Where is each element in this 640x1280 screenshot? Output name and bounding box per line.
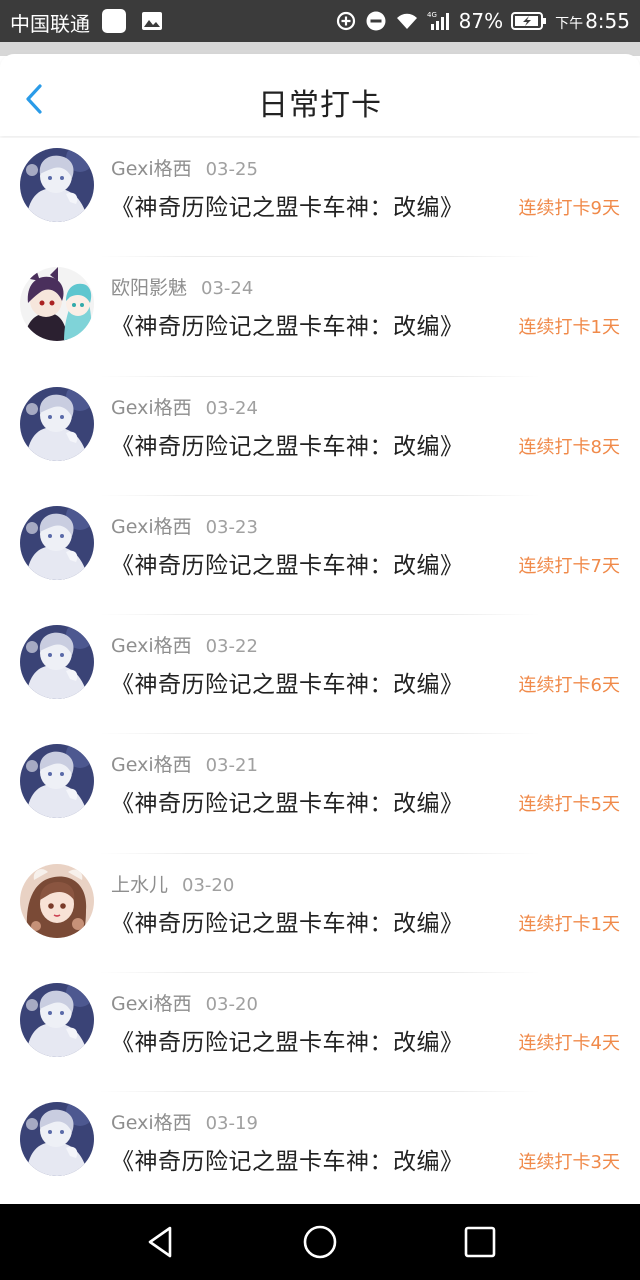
page-title: 日常打卡 bbox=[258, 88, 382, 123]
book-title: 《神奇历险记之盟卡车神：改编》 bbox=[111, 1149, 464, 1176]
streak-label: 连续打卡9天 bbox=[518, 198, 620, 219]
book-title: 《神奇历险记之盟卡车神：改编》 bbox=[111, 791, 464, 818]
checkin-date: 03-23 bbox=[205, 516, 258, 538]
user-name: Gexi格西 bbox=[111, 515, 192, 538]
user-name: Gexi格西 bbox=[111, 396, 192, 419]
list-item[interactable]: 上水儿 03-20 《神奇历险记之盟卡车神：改编》 连续打卡1天 bbox=[0, 854, 640, 974]
item-meta: Gexi格西 03-24 bbox=[111, 393, 258, 420]
notification-app-icon bbox=[102, 9, 126, 33]
streak-label: 连续打卡3天 bbox=[518, 1152, 620, 1174]
user-name: Gexi格西 bbox=[111, 1112, 192, 1135]
status-bar: 中国联通 4G 87% 下午 8:55 bbox=[0, 0, 640, 42]
clock: 8:55 bbox=[585, 9, 630, 33]
wifi-icon bbox=[396, 13, 417, 29]
checkin-date: 03-22 bbox=[205, 636, 258, 658]
cellular-signal-icon: 4G bbox=[427, 11, 449, 30]
checkin-date: 03-20 bbox=[182, 874, 235, 896]
streak-label: 连续打卡1天 bbox=[518, 913, 620, 935]
checkin-date: 03-25 bbox=[205, 159, 258, 180]
avatar[interactable] bbox=[20, 267, 94, 342]
carrier-label: 中国联通 bbox=[10, 12, 90, 36]
book-title: 《神奇历险记之盟卡车神：改编》 bbox=[111, 314, 464, 341]
streak-label: 连续打卡8天 bbox=[518, 436, 620, 458]
book-title: 《神奇历险记之盟卡车神：改编》 bbox=[111, 195, 464, 221]
svg-text:4G: 4G bbox=[427, 11, 437, 19]
battery-charging-icon bbox=[511, 12, 547, 30]
gallery-notification-icon bbox=[142, 12, 162, 30]
checkin-date: 03-19 bbox=[205, 1113, 258, 1135]
time-period: 下午 bbox=[555, 16, 584, 32]
avatar[interactable] bbox=[20, 386, 94, 461]
user-name: 欧阳影魅 bbox=[111, 277, 188, 300]
recents-square-icon[interactable] bbox=[462, 1224, 498, 1260]
list-item[interactable]: Gexi格西 03-25 《神奇历险记之盟卡车神：改编》 连续打卡9天 bbox=[0, 138, 640, 258]
list-item[interactable]: Gexi格西 03-22 《神奇历险记之盟卡车神：改编》 连续打卡6天 bbox=[0, 615, 640, 735]
do-not-disturb-icon bbox=[366, 11, 386, 31]
item-meta: Gexi格西 03-20 bbox=[111, 989, 258, 1016]
book-title: 《神奇历险记之盟卡车神：改编》 bbox=[111, 433, 464, 460]
battery-percent: 87% bbox=[458, 9, 504, 33]
avatar[interactable] bbox=[20, 148, 94, 222]
system-nav-bar bbox=[0, 1204, 640, 1280]
book-title: 《神奇历险记之盟卡车神：改编》 bbox=[111, 1030, 464, 1057]
checkin-date: 03-24 bbox=[205, 397, 258, 419]
avatar[interactable] bbox=[20, 1102, 94, 1177]
streak-label: 连续打卡6天 bbox=[518, 675, 620, 697]
streak-label: 连续打卡4天 bbox=[518, 1033, 620, 1055]
avatar[interactable] bbox=[20, 625, 94, 700]
user-name: Gexi格西 bbox=[111, 993, 192, 1016]
avatar[interactable] bbox=[20, 744, 94, 819]
list-item[interactable]: Gexi格西 03-23 《神奇历险记之盟卡车神：改编》 连续打卡7天 bbox=[0, 496, 640, 616]
list-item[interactable]: Gexi格西 03-21 《神奇历险记之盟卡车神：改编》 连续打卡5天 bbox=[0, 734, 640, 855]
item-meta: 上水儿 03-20 bbox=[111, 870, 234, 897]
user-name: 上水儿 bbox=[111, 873, 169, 896]
book-title: 《神奇历险记之盟卡车神：改编》 bbox=[111, 910, 464, 937]
avatar[interactable] bbox=[20, 983, 94, 1058]
list-item[interactable]: Gexi格西 03-19 《神奇历险记之盟卡车神：改编》 连续打卡3天 bbox=[0, 1092, 640, 1204]
checkin-date: 03-24 bbox=[201, 278, 254, 300]
user-name: Gexi格西 bbox=[111, 754, 192, 777]
book-title: 《神奇历险记之盟卡车神：改编》 bbox=[111, 552, 464, 579]
home-circle-icon[interactable] bbox=[302, 1224, 338, 1260]
avatar[interactable] bbox=[20, 505, 94, 580]
checkin-date: 03-20 bbox=[205, 994, 258, 1016]
list-item[interactable]: Gexi格西 03-20 《神奇历险记之盟卡车神：改编》 连续打卡4天 bbox=[0, 973, 640, 1093]
streak-label: 连续打卡1天 bbox=[518, 317, 620, 339]
avatar[interactable] bbox=[20, 863, 94, 938]
user-name: Gexi格西 bbox=[111, 635, 192, 658]
item-meta: Gexi格西 03-21 bbox=[111, 750, 258, 777]
user-name: Gexi格西 bbox=[111, 158, 192, 180]
streak-label: 连续打卡5天 bbox=[518, 794, 620, 816]
list-item[interactable]: Gexi格西 03-24 《神奇历险记之盟卡车神：改编》 连续打卡8天 bbox=[0, 377, 640, 497]
item-meta: Gexi格西 03-19 bbox=[111, 1108, 258, 1135]
streak-label: 连续打卡7天 bbox=[518, 555, 620, 577]
checkin-date: 03-21 bbox=[205, 755, 258, 777]
list-item[interactable]: 欧阳影魅 03-24 《神奇历险记之盟卡车神：改编》 连续打卡1天 bbox=[0, 257, 640, 377]
book-title: 《神奇历险记之盟卡车神：改编》 bbox=[111, 672, 464, 699]
status-right-group: 4G 87% 下午 8:55 bbox=[335, 7, 630, 35]
item-meta: Gexi格西 03-25 bbox=[111, 154, 258, 181]
checkin-list[interactable]: Gexi格西 03-25 《神奇历险记之盟卡车神：改编》 连续打卡9天 欧阳影魅 0… bbox=[0, 138, 640, 1204]
item-meta: Gexi格西 03-22 bbox=[111, 631, 258, 658]
item-meta: 欧阳影魅 03-24 bbox=[111, 273, 253, 300]
data-saver-icon bbox=[336, 11, 355, 31]
back-triangle-icon[interactable] bbox=[142, 1224, 178, 1260]
app-header: 日常打卡 bbox=[0, 54, 640, 136]
item-meta: Gexi格西 03-23 bbox=[111, 512, 258, 539]
